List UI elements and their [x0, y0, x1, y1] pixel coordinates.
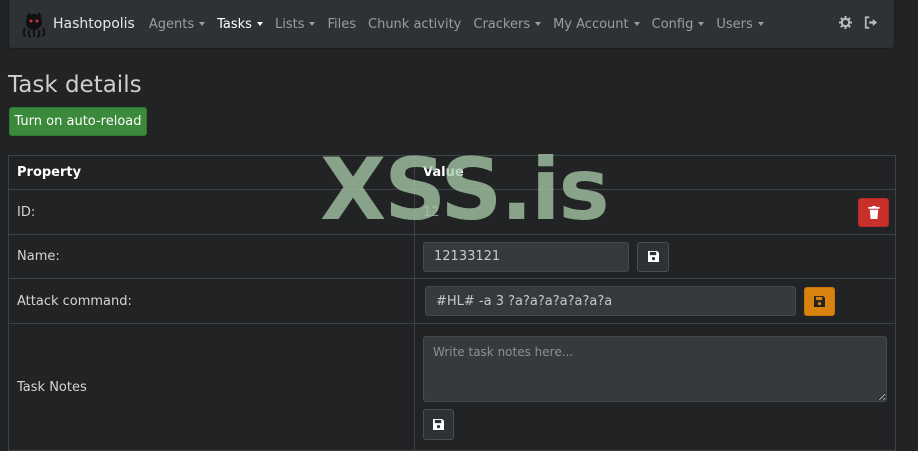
attack-command-input[interactable]: #HL# -a 3 ?a?a?a?a?a?a?a	[425, 286, 796, 316]
table-header-row: Property Value	[8, 155, 896, 190]
save-icon	[814, 295, 825, 307]
nav-item-files[interactable]: Files	[321, 17, 362, 32]
nav-item-label: Users	[716, 16, 753, 32]
save-attack-command-button[interactable]	[804, 286, 835, 316]
nav-item-chunk-activity[interactable]: Chunk activity	[362, 17, 467, 32]
caret-down-icon	[633, 22, 640, 26]
id-value-cell: 12	[414, 189, 896, 235]
nav-item-crackers[interactable]: Crackers	[467, 17, 547, 32]
table-row-task-notes: Task Notes	[8, 323, 896, 451]
settings-icon[interactable]	[839, 16, 852, 29]
name-input[interactable]: 12133121	[423, 241, 629, 272]
nav-item-label: Crackers	[473, 16, 531, 32]
nav-item-tasks[interactable]: Tasks	[211, 17, 269, 32]
page-title: Task details	[8, 72, 142, 98]
caret-down-icon	[256, 22, 263, 26]
table-row-attack-command: Attack command: #HL# -a 3 ?a?a?a?a?a?a?a	[8, 278, 896, 324]
task-notes-cell	[414, 323, 896, 451]
hashtopolis-logo-icon	[22, 12, 46, 38]
nav-item-label: Tasks	[217, 16, 252, 32]
task-notes-textarea[interactable]	[423, 335, 887, 402]
save-icon	[647, 251, 659, 262]
brand[interactable]: Hashtopolis	[19, 9, 135, 39]
auto-reload-button[interactable]: Turn on auto-reload	[9, 107, 147, 136]
id-value: 12	[423, 204, 440, 220]
id-label: ID:	[8, 189, 415, 235]
caret-down-icon	[698, 22, 705, 26]
name-label: Name:	[8, 234, 415, 279]
caret-down-icon	[757, 22, 764, 26]
nav-item-agents[interactable]: Agents	[143, 17, 211, 32]
nav-item-label: Lists	[274, 16, 305, 32]
trash-icon	[867, 206, 880, 219]
nav-item-users[interactable]: Users	[710, 17, 769, 32]
logout-icon[interactable]	[864, 16, 878, 29]
save-notes-button[interactable]	[423, 408, 454, 440]
nav-item-label: Agents	[148, 16, 195, 32]
attack-command-label: Attack command:	[8, 278, 415, 324]
brand-name: Hashtopolis	[53, 16, 135, 32]
caret-down-icon	[309, 22, 316, 26]
delete-task-button[interactable]	[858, 198, 889, 227]
nav-item-label: Chunk activity	[368, 16, 462, 32]
nav-item-label: My Account	[553, 16, 629, 32]
caret-down-icon	[199, 22, 206, 26]
name-value-cell: 12133121	[414, 234, 896, 279]
nav-item-label: Config	[651, 16, 694, 32]
nav-item-label: Files	[327, 16, 356, 32]
column-header-value: Value	[414, 155, 896, 190]
attack-command-cell: #HL# -a 3 ?a?a?a?a?a?a?a	[414, 278, 896, 324]
task-notes-label: Task Notes	[8, 323, 415, 451]
caret-down-icon	[535, 22, 542, 26]
navbar: Hashtopolis Agents Tasks Lists Files Chunk a…	[8, 0, 895, 49]
main-nav: Agents Tasks Lists Files Chunk activity Crack…	[143, 17, 770, 32]
nav-item-config[interactable]: Config	[646, 17, 711, 32]
table-row-id: ID: 12	[8, 189, 896, 235]
task-details-table: Property Value ID: 12 Name: 12133121 Att…	[8, 155, 896, 451]
save-icon	[433, 418, 444, 430]
save-name-button[interactable]	[637, 241, 669, 272]
nav-item-lists[interactable]: Lists	[269, 17, 322, 32]
nav-right	[839, 16, 878, 29]
nav-item-my-account[interactable]: My Account	[547, 17, 646, 32]
table-row-name: Name: 12133121	[8, 234, 896, 279]
column-header-property: Property	[8, 155, 415, 190]
